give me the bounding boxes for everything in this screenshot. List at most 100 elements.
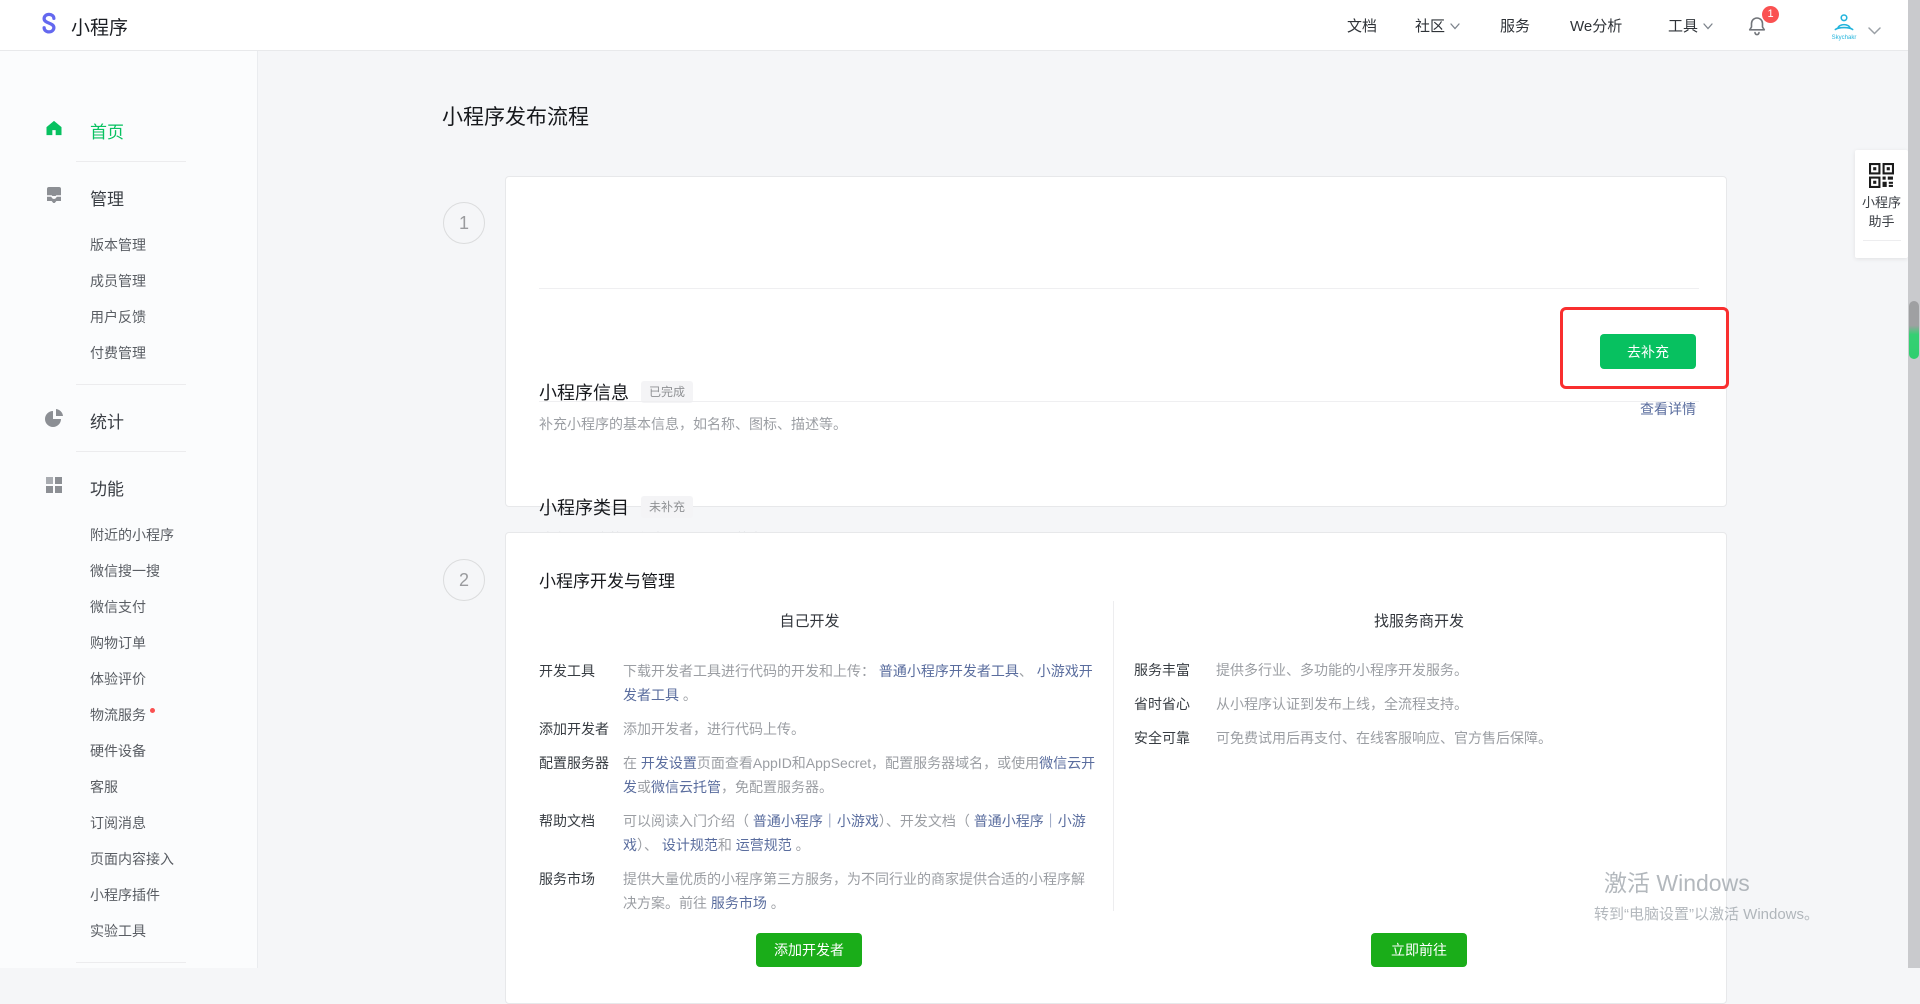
- sidebar-section-2[interactable]: 功能: [0, 474, 257, 500]
- divider: [76, 451, 186, 452]
- inline-link[interactable]: ｜: [1044, 813, 1058, 829]
- step-2-card: 小程序开发与管理 自己开发 找服务商开发 开发工具下载开发者工具进行代码的开发和…: [505, 532, 1727, 1004]
- avatar[interactable]: Skychakr: [1827, 12, 1861, 42]
- sidebar-item-2-11[interactable]: 实验工具: [0, 918, 257, 944]
- home-icon: [44, 118, 64, 143]
- sidebar-item-label: 页面内容接入: [90, 846, 174, 872]
- nav-item-1[interactable]: 社区: [1415, 0, 1460, 50]
- sidebar-item-2-6[interactable]: 硬件设备: [0, 738, 257, 764]
- sidebar-section-label: 管理: [90, 185, 124, 210]
- sidebar-item-label: 成员管理: [90, 268, 146, 294]
- page: 小程序 1 Skychakr 文档 社区 服务 We分析 工具 首页管理版本管理成员管理…: [0, 0, 1920, 968]
- sidebar-item-2-10[interactable]: 小程序插件: [0, 882, 257, 908]
- sidebar-item-2-3[interactable]: 购物订单: [0, 630, 257, 656]
- self-dev-rows: 开发工具下载开发者工具进行代码的开发和上传： 普通小程序开发者工具、 小游戏开发…: [539, 659, 1096, 925]
- divider: [539, 401, 1699, 402]
- qr-code-icon: [1869, 163, 1894, 193]
- dev-row: 省时省心从小程序认证到发布上线，全流程支持。: [1134, 692, 1696, 716]
- sidebar-item-2-1[interactable]: 微信搜一搜: [0, 558, 257, 584]
- inline-link[interactable]: 服务市场: [711, 895, 767, 911]
- sidebar-item-0-2[interactable]: 用户反馈: [0, 304, 257, 330]
- scrollbar-thumb[interactable]: [1909, 301, 1919, 359]
- inline-link[interactable]: 开发设置: [641, 755, 697, 771]
- helper-label-line1: 小程序: [1862, 193, 1901, 212]
- dev-row: 添加开发者添加开发者，进行代码上传。: [539, 717, 1096, 741]
- self-dev-header: 自己开发: [506, 610, 1113, 631]
- sidebar-item-label: 首页: [90, 118, 124, 143]
- sidebar-item-2-4[interactable]: 体验评价: [0, 666, 257, 692]
- sidebar-item-label: 实验工具: [90, 918, 146, 944]
- nav-item-3[interactable]: We分析: [1570, 0, 1622, 50]
- sidebar-item-label: 附近的小程序: [90, 522, 174, 548]
- nav-item-label: 社区: [1415, 15, 1445, 36]
- account-chevron-down-icon[interactable]: [1868, 22, 1881, 40]
- sidebar-section-0[interactable]: 管理: [0, 184, 257, 210]
- avatar-caption: Skychakr: [1832, 35, 1857, 41]
- logo-text: 小程序: [71, 13, 128, 40]
- helper-label-line2: 助手: [1868, 212, 1894, 231]
- desc-text: 可免费试用后再支付、在线客服响应、官方售后保障。: [1216, 730, 1552, 746]
- inline-link[interactable]: 设计规范: [662, 837, 718, 853]
- desc-text: 。: [767, 895, 785, 911]
- add-developer-button[interactable]: 添加开发者: [756, 933, 862, 967]
- sidebar-item-2-7[interactable]: 客服: [0, 774, 257, 800]
- desc-text: 添加开发者，进行代码上传。: [623, 721, 805, 737]
- sidebar-item-label: 版本管理: [90, 232, 146, 258]
- chevron-down-icon: [1703, 17, 1713, 34]
- dev-row: 开发工具下载开发者工具进行代码的开发和上传： 普通小程序开发者工具、 小游戏开发…: [539, 659, 1096, 707]
- nav-item-label: 服务: [1500, 15, 1530, 36]
- nav-item-4[interactable]: 工具: [1668, 0, 1713, 50]
- go-complete-button[interactable]: 去补充: [1600, 334, 1696, 369]
- dev-row-desc: 添加开发者，进行代码上传。: [623, 717, 1096, 741]
- nav-item-2[interactable]: 服务: [1500, 0, 1530, 50]
- sidebar-item-label: 体验评价: [90, 666, 146, 692]
- dev-row-desc: 可以阅读入门介绍（ 普通小程序｜小游戏）、开发文档（ 普通小程序｜小游戏）、 设…: [623, 809, 1096, 857]
- sidebar-item-2-0[interactable]: 附近的小程序: [0, 522, 257, 548]
- scrollbar-track[interactable]: [1908, 0, 1920, 968]
- sidebar-item-label: 微信搜一搜: [90, 558, 160, 584]
- divider: [76, 161, 186, 162]
- sidebar-item-label: 物流服务: [90, 702, 146, 728]
- desc-text: 提供大量优质的小程序第三方服务，为不同行业的商家提供合适的小程序解决方案。前往: [623, 871, 1085, 911]
- section-title-text: 小程序类目: [539, 494, 629, 520]
- nav-item-label: 文档: [1347, 15, 1377, 36]
- inline-link[interactable]: 普通小程序: [753, 813, 823, 829]
- inline-link[interactable]: 运营规范: [736, 837, 792, 853]
- inline-link[interactable]: 小游戏: [837, 813, 879, 829]
- app-logo[interactable]: 小程序: [36, 11, 128, 42]
- sidebar-item-label: 小程序插件: [90, 882, 160, 908]
- sidebar-item-2-9[interactable]: 页面内容接入: [0, 846, 257, 872]
- go-now-button[interactable]: 立即前往: [1371, 933, 1467, 967]
- sidebar-item-label: 客服: [90, 774, 118, 800]
- mini-program-helper-widget[interactable]: 小程序 助手: [1855, 150, 1908, 258]
- notification-count-badge[interactable]: 1: [1762, 6, 1779, 23]
- sidebar-item-2-2[interactable]: 微信支付: [0, 594, 257, 620]
- sidebar-item-label: 付费管理: [90, 340, 146, 366]
- dev-row: 帮助文档可以阅读入门介绍（ 普通小程序｜小游戏）、开发文档（ 普通小程序｜小游戏…: [539, 809, 1096, 857]
- step-1-circle: 1: [443, 202, 485, 244]
- sidebar-item-0-1[interactable]: 成员管理: [0, 268, 257, 294]
- inline-link[interactable]: 微信云托管: [651, 779, 721, 795]
- sidebar-item-2-5[interactable]: 物流服务: [0, 702, 257, 728]
- view-details-link[interactable]: 查看详情: [1640, 399, 1696, 419]
- sidebar-section-1[interactable]: 统计: [0, 407, 257, 433]
- provider-dev-rows: 服务丰富提供多行业、多功能的小程序开发服务。省时省心从小程序认证到发布上线，全流…: [1134, 658, 1696, 760]
- sidebar-item-2-8[interactable]: 订阅消息: [0, 810, 257, 836]
- sidebar-item-0-3[interactable]: 付费管理: [0, 340, 257, 366]
- new-badge-dot: [150, 708, 155, 713]
- dev-row-label: 帮助文档: [539, 809, 623, 857]
- dev-row: 服务市场提供大量优质的小程序第三方服务，为不同行业的商家提供合适的小程序解决方案…: [539, 867, 1096, 915]
- sidebar-item-0-0[interactable]: 版本管理: [0, 232, 257, 258]
- inline-link[interactable]: 普通小程序: [974, 813, 1044, 829]
- nav-item-0[interactable]: 文档: [1347, 0, 1377, 50]
- sidebar-item-home[interactable]: 首页: [0, 117, 257, 143]
- sidebar-section-label: 统计: [90, 408, 124, 433]
- dev-row-label: 省时省心: [1134, 692, 1216, 716]
- inline-link[interactable]: 普通小程序开发者工具: [879, 663, 1019, 679]
- dev-row-desc: 提供大量优质的小程序第三方服务，为不同行业的商家提供合适的小程序解决方案。前往 …: [623, 867, 1096, 915]
- inline-link[interactable]: ｜: [823, 813, 837, 829]
- provider-dev-header: 找服务商开发: [1113, 610, 1725, 631]
- dev-row-label: 服务市场: [539, 867, 623, 915]
- nav-item-label: 工具: [1668, 15, 1698, 36]
- top-header: 小程序 1 Skychakr 文档 社区 服务 We分析 工具: [0, 0, 1920, 51]
